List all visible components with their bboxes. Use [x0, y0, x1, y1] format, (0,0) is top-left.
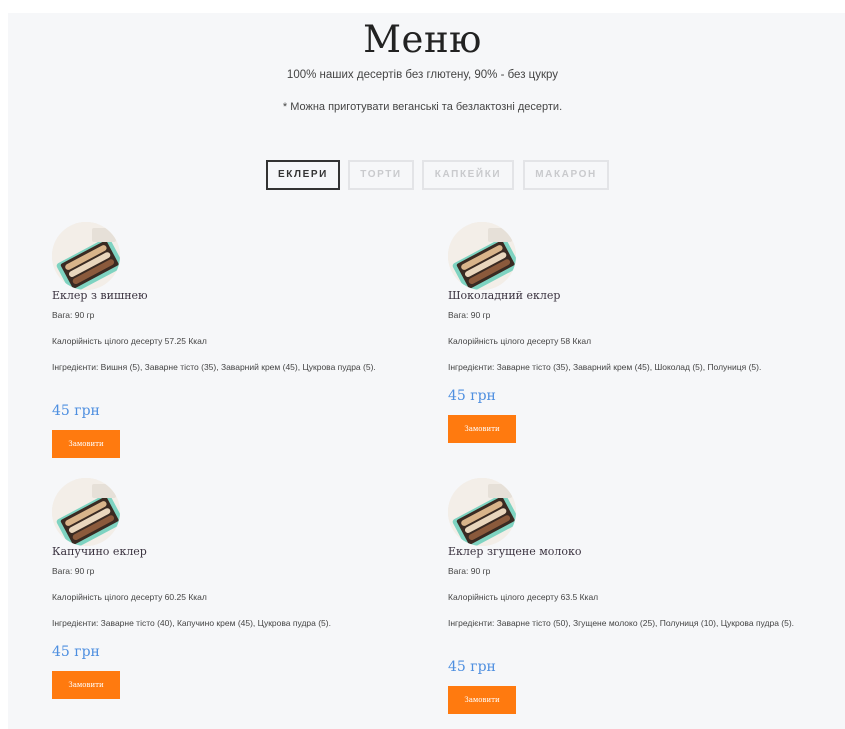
product-price: 45 грн — [448, 388, 496, 404]
product-price: 45 грн — [52, 403, 100, 419]
eclair-box-photo-icon[interactable] — [448, 478, 516, 546]
order-button[interactable]: Замовити — [448, 686, 516, 714]
product-calories: Калорійність цілого десерту 58 Ккал — [448, 336, 592, 346]
order-button[interactable]: Замовити — [52, 671, 120, 699]
product-name: Шоколадний еклер — [448, 289, 561, 302]
product-price: 45 грн — [52, 644, 100, 660]
eclair-box-photo-icon[interactable] — [448, 222, 516, 290]
page-subtitle: 100% наших десертів без глютену, 90% - б… — [286, 69, 559, 81]
product-weight: Вага: 90 гр — [448, 566, 491, 576]
tab-cakes[interactable]: ТОРТИ — [348, 160, 414, 190]
product-weight: Вага: 90 гр — [52, 310, 95, 320]
product-calories: Калорійність цілого десерту 60.25 Ккал — [52, 592, 207, 602]
product-price: 45 грн — [448, 659, 496, 675]
product-name: Еклер згущене молоко — [448, 545, 582, 558]
product-ingredients: Інгредієнти: Заварне тісто (35), Заварни… — [448, 362, 762, 372]
product-ingredients: Інгредієнти: Вишня (5), Заварне тісто (3… — [52, 362, 376, 372]
eclair-box-photo-icon[interactable] — [52, 478, 120, 546]
order-button[interactable]: Замовити — [448, 415, 516, 443]
product-card: Шоколадний еклер Вага: 90 гр Калорійніст… — [448, 222, 828, 462]
product-ingredients: Інгредієнти: Заварне тісто (50), Згущене… — [448, 618, 795, 628]
product-weight: Вага: 90 гр — [448, 310, 491, 320]
tab-macarons[interactable]: МАКАРОН — [523, 160, 609, 190]
product-card: Капучино еклер Вага: 90 гр Калорійність … — [52, 478, 432, 718]
page-title: Меню — [363, 18, 482, 61]
product-ingredients: Інгредієнти: Заварне тісто (40), Капучин… — [52, 618, 331, 628]
tab-cupcakes[interactable]: КАПКЕЙКИ — [422, 160, 514, 190]
product-calories: Калорійність цілого десерту 63.5 Ккал — [448, 592, 599, 602]
product-card: Еклер з вишнею Вага: 90 гр Калорійність … — [52, 222, 432, 462]
product-card: Еклер згущене молоко Вага: 90 гр Калорій… — [448, 478, 828, 718]
product-name: Капучино еклер — [52, 545, 147, 558]
product-calories: Калорійність цілого десерту 57.25 Ккал — [52, 336, 207, 346]
vegan-note: * Можна приготувати веганські та безлакт… — [282, 101, 563, 113]
tab-eclairs[interactable]: ЕКЛЕРИ — [266, 160, 340, 190]
product-weight: Вага: 90 гр — [52, 566, 95, 576]
product-name: Еклер з вишнею — [52, 289, 148, 302]
eclair-box-photo-icon[interactable] — [52, 222, 120, 290]
order-button[interactable]: Замовити — [52, 430, 120, 458]
